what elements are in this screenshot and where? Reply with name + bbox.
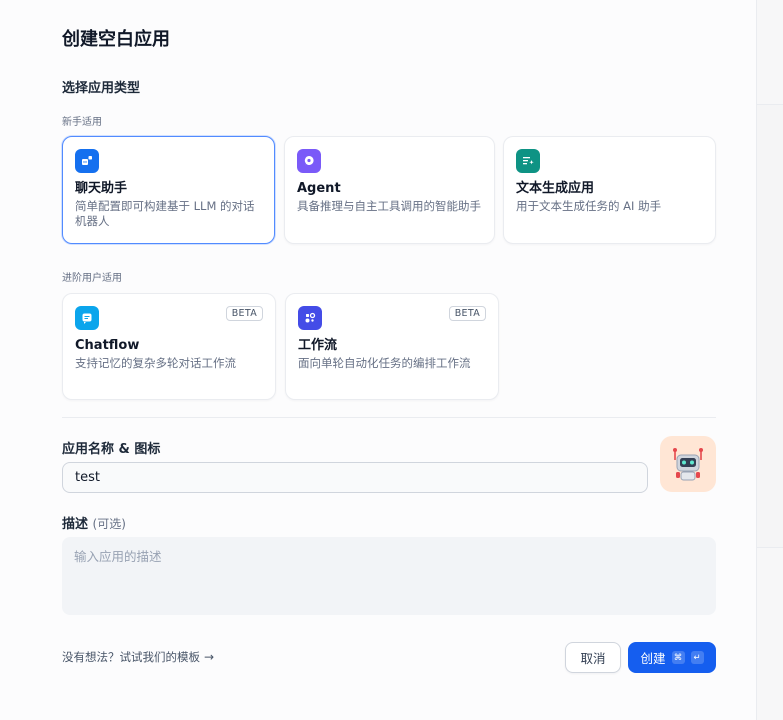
app-type-desc: 简单配置即可构建基于 LLM 的对话机器人	[75, 199, 255, 228]
app-type-name: 文本生成应用	[516, 181, 595, 196]
chat-bot-icon	[75, 149, 99, 173]
app-type-desc: 面向单轮自动化任务的编排工作流	[298, 356, 471, 370]
command-key-icon: ⌘	[671, 651, 685, 664]
app-type-desc: 支持记忆的复杂多轮对话工作流	[75, 356, 236, 370]
beta-badge: BETA	[448, 306, 486, 321]
arrow-right-icon: →	[204, 650, 215, 664]
app-type-desc: 用于文本生成任务的 AI 助手	[516, 199, 662, 213]
app-type-name: 聊天助手	[75, 181, 128, 196]
app-type-section-title: 选择应用类型	[62, 81, 141, 96]
create-button-label: 创建	[640, 651, 666, 666]
advanced-group-label: 进阶用户适用	[62, 273, 122, 284]
background-panel-top	[757, 0, 783, 105]
app-type-card-agent[interactable]: Agent 具备推理与自主工具调用的智能助手	[284, 136, 495, 244]
app-type-card-chatbot[interactable]: 聊天助手 简单配置即可构建基于 LLM 的对话机器人	[62, 136, 275, 244]
template-link[interactable]: 没有想法？试试我们的模板 →	[62, 649, 214, 665]
enter-key-icon: ↵	[690, 651, 704, 664]
app-type-name: Chatflow	[75, 338, 140, 353]
app-type-card-workflow[interactable]: BETA 工作流 面向单轮自动化任务的编排工作流	[285, 293, 499, 400]
page: 创建空白应用 选择应用类型 新手适用 聊天助手 简单配置即可构建基于 LLM 的…	[0, 0, 783, 720]
app-type-name: 工作流	[298, 338, 338, 353]
create-app-dialog: 创建空白应用 选择应用类型 新手适用 聊天助手 简单配置即可构建基于 LLM 的…	[0, 0, 756, 720]
chatflow-icon	[75, 306, 99, 330]
section-divider	[62, 417, 716, 418]
cancel-button[interactable]: 取消	[565, 642, 621, 673]
dialog-title: 创建空白应用	[62, 29, 170, 50]
app-name-input[interactable]	[62, 462, 648, 493]
workflow-icon	[298, 306, 322, 330]
template-link-text: 没有想法？试试我们的模板	[62, 650, 200, 664]
app-desc-textarea[interactable]	[62, 537, 716, 615]
app-type-name: Agent	[297, 181, 341, 196]
beginner-group-label: 新手适用	[62, 117, 102, 128]
background-panel-middle	[757, 105, 783, 548]
app-desc-label: 描述 (可选)	[62, 513, 126, 532]
robot-avatar-icon	[673, 448, 703, 481]
app-desc-label-text: 描述	[62, 517, 89, 532]
app-icon-picker[interactable]	[660, 436, 716, 492]
create-button[interactable]: 创建 ⌘ ↵	[628, 642, 716, 673]
optional-hint: (可选)	[92, 517, 126, 531]
app-type-card-chatflow[interactable]: BETA Chatflow 支持记忆的复杂多轮对话工作流	[62, 293, 276, 400]
app-name-label: 应用名称 & 图标	[62, 442, 161, 457]
app-type-card-text-generation[interactable]: 文本生成应用 用于文本生成任务的 AI 助手	[503, 136, 716, 244]
app-type-desc: 具备推理与自主工具调用的智能助手	[297, 199, 481, 213]
background-panel	[756, 0, 783, 720]
text-generation-icon	[516, 149, 540, 173]
beta-badge: BETA	[225, 306, 263, 321]
agent-icon	[297, 149, 321, 173]
